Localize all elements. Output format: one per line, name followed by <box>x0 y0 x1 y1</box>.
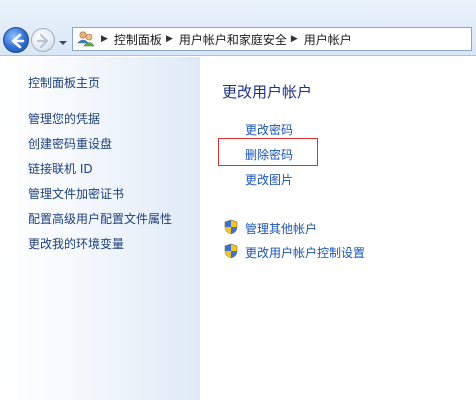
sidebar-item-advanced-profile-properties[interactable]: 配置高级用户配置文件属性 <box>28 210 172 227</box>
sidebar-item-environment-variables[interactable]: 更改我的环境变量 <box>28 235 124 252</box>
users-folder-icon <box>75 28 97 50</box>
back-arrow-icon <box>11 33 25 49</box>
breadcrumb-control-panel[interactable]: 控制面板 <box>114 31 162 48</box>
change-uac-settings-link[interactable]: 更改用户帐户控制设置 <box>245 244 365 261</box>
remove-password-link[interactable]: 删除密码 <box>245 146 293 163</box>
main-content: 更改用户帐户 更改密码 删除密码 更改图片 管理其他帐户 更改用户帐户控制设置 <box>200 57 476 400</box>
navigation-bar: ▶ 控制面板 ▶ 用户帐户和家庭安全 ▶ 用户帐户 <box>0 0 476 56</box>
forward-button[interactable] <box>31 28 55 52</box>
sidebar-item-create-password-reset-disk[interactable]: 创建密码重设盘 <box>28 135 112 152</box>
back-button[interactable] <box>3 27 29 53</box>
breadcrumb-user-accounts[interactable]: 用户帐户 <box>304 31 352 48</box>
change-password-link[interactable]: 更改密码 <box>245 121 293 138</box>
breadcrumb-user-accounts-family-safety[interactable]: 用户帐户和家庭安全 <box>179 31 287 48</box>
change-picture-link[interactable]: 更改图片 <box>245 171 293 188</box>
sidebar-item-control-panel-home[interactable]: 控制面板主页 <box>28 74 100 91</box>
recent-pages-button[interactable] <box>58 36 68 45</box>
sidebar-item-manage-credentials[interactable]: 管理您的凭据 <box>28 110 100 127</box>
uac-shield-icon <box>223 243 239 259</box>
sidebar-item-link-online-id[interactable]: 链接联机 ID <box>28 160 93 177</box>
breadcrumb-separator[interactable]: ▶ <box>291 34 298 44</box>
breadcrumb-separator[interactable]: ▶ <box>101 34 108 44</box>
address-bar[interactable]: ▶ 控制面板 ▶ 用户帐户和家庭安全 ▶ 用户帐户 <box>72 27 472 51</box>
manage-other-accounts-link[interactable]: 管理其他帐户 <box>245 220 317 237</box>
sidebar-item-manage-file-encryption-certificates[interactable]: 管理文件加密证书 <box>28 185 124 202</box>
chevron-down-icon <box>59 41 67 45</box>
breadcrumb-separator[interactable]: ▶ <box>166 34 173 44</box>
uac-shield-icon <box>223 219 239 235</box>
forward-arrow-icon <box>36 33 49 49</box>
sidebar: 控制面板主页 管理您的凭据 创建密码重设盘 链接联机 ID 管理文件加密证书 配… <box>0 57 200 400</box>
page-title: 更改用户帐户 <box>222 83 313 101</box>
